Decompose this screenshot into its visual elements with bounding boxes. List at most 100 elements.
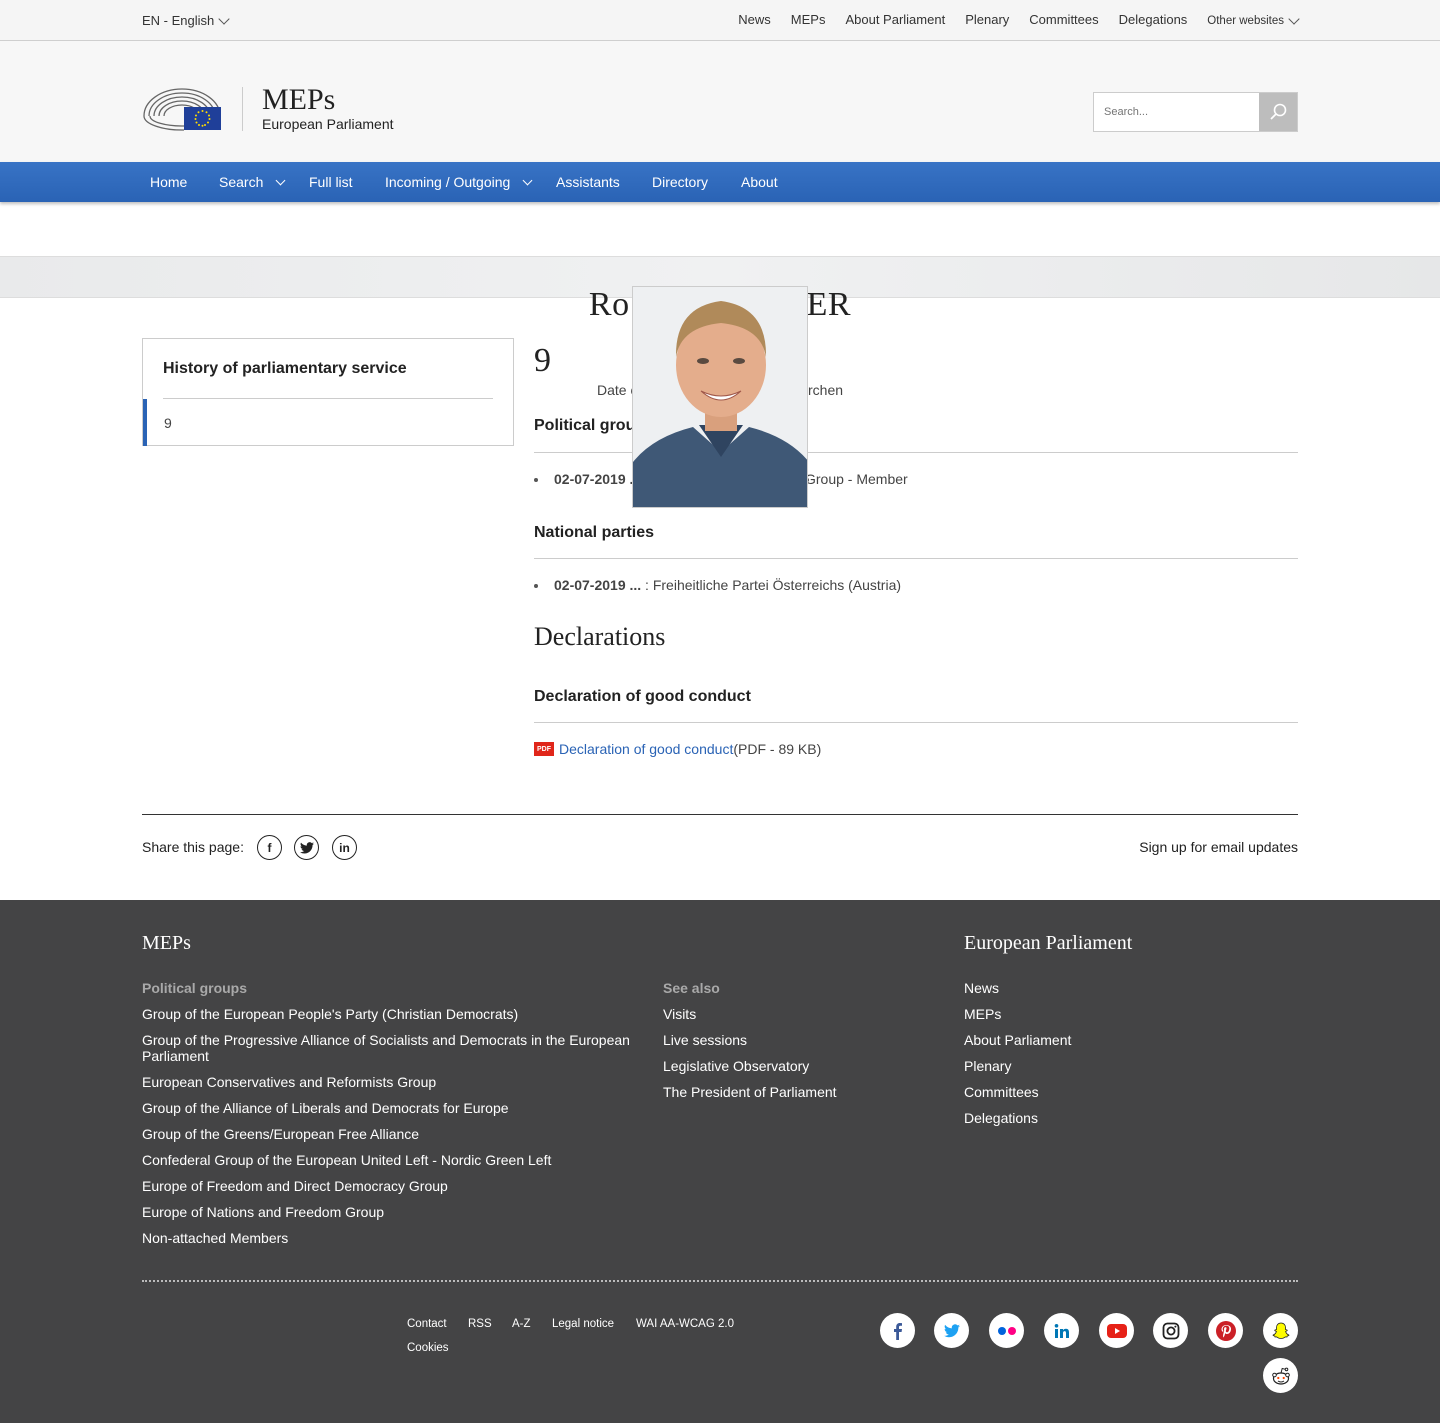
- pdf-icon: PDF: [534, 742, 554, 756]
- footer-twitter-button[interactable]: [934, 1313, 969, 1348]
- footer-rss-link[interactable]: RSS: [468, 1318, 492, 1330]
- nav-about-label: About: [741, 174, 778, 190]
- nav-search[interactable]: Search: [219, 174, 286, 190]
- linkedin-icon: [1054, 1323, 1069, 1338]
- footer-link[interactable]: News: [964, 980, 1264, 996]
- reddit-icon: [1271, 1367, 1290, 1385]
- footer-a-z-link[interactable]: A-Z: [512, 1318, 531, 1330]
- ep-links-list: News MEPs About Parliament Plenary Commi…: [964, 980, 1264, 1136]
- search-box: [1093, 92, 1298, 132]
- declaration-pdf-link[interactable]: Declaration of good conduct: [559, 741, 733, 757]
- other-websites-dropdown[interactable]: Other websites: [1207, 12, 1300, 27]
- facebook-icon: [893, 1322, 902, 1340]
- footer-link[interactable]: Visits: [663, 1006, 943, 1022]
- top-link-news[interactable]: News: [738, 12, 771, 27]
- share-twitter-button[interactable]: [294, 835, 319, 860]
- political-group-date: 02-07-2019 .: [554, 471, 634, 487]
- top-link-meps[interactable]: MEPs: [791, 12, 826, 27]
- nav-directory[interactable]: Directory: [652, 174, 708, 190]
- nav-assistants[interactable]: Assistants: [556, 174, 620, 190]
- linkedin-icon: in: [339, 840, 350, 855]
- footer-link[interactable]: Committees: [964, 1084, 1264, 1100]
- footer-link[interactable]: Europe of Freedom and Direct Democracy G…: [142, 1178, 642, 1194]
- footer-link[interactable]: Non-attached Members: [142, 1230, 642, 1246]
- european-parliament-logo[interactable]: [142, 86, 222, 131]
- share-label: Share this page:: [142, 839, 244, 855]
- footer-link[interactable]: Confederal Group of the European United …: [142, 1152, 642, 1168]
- footer-pinterest-button[interactable]: [1208, 1313, 1243, 1348]
- chevron-down-icon: [1288, 12, 1300, 25]
- footer-wcag-link[interactable]: WAI AA-WCAG 2.0: [636, 1318, 734, 1330]
- divider: [534, 558, 1298, 559]
- share-linkedin-button[interactable]: in: [332, 835, 357, 860]
- footer-snapchat-button[interactable]: [1263, 1313, 1298, 1348]
- footer-link[interactable]: Plenary: [964, 1058, 1264, 1074]
- search-input[interactable]: [1094, 93, 1260, 131]
- search-button[interactable]: [1259, 93, 1297, 131]
- footer-link[interactable]: Legislative Observatory: [663, 1058, 943, 1074]
- mep-portrait: [632, 286, 808, 508]
- email-signup-link[interactable]: Sign up for email updates: [1139, 839, 1298, 855]
- chevron-down-icon: [522, 175, 533, 185]
- chevron-down-icon: [218, 12, 230, 25]
- footer-link[interactable]: Group of the European People's Party (Ch…: [142, 1006, 642, 1022]
- footer-cookies-link[interactable]: Cookies: [407, 1342, 449, 1354]
- footer-youtube-button[interactable]: [1099, 1313, 1134, 1348]
- footer-link[interactable]: The President of Parliament: [663, 1084, 943, 1100]
- pinterest-icon: [1215, 1320, 1236, 1341]
- top-link-committees[interactable]: Committees: [1029, 12, 1098, 27]
- footer-linkedin-button[interactable]: [1044, 1313, 1079, 1348]
- main-nav: Home Search Full list Incoming / Outgoin…: [0, 162, 1440, 202]
- file-info: (PDF - 89 KB): [733, 741, 822, 757]
- language-selector[interactable]: EN - English: [142, 12, 230, 28]
- footer-flickr-button[interactable]: [989, 1313, 1024, 1348]
- footer-reddit-button[interactable]: [1263, 1358, 1298, 1393]
- facebook-icon: f: [267, 840, 272, 855]
- flickr-icon: [997, 1326, 1016, 1335]
- top-link-plenary[interactable]: Plenary: [965, 12, 1009, 27]
- footer-contact-link[interactable]: Contact: [407, 1318, 447, 1330]
- footer-link[interactable]: About Parliament: [964, 1032, 1264, 1048]
- mep-name-left: Ro: [588, 286, 630, 323]
- site-title[interactable]: MEPs: [262, 83, 335, 117]
- nav-assistants-label: Assistants: [556, 174, 620, 190]
- political-groups-heading: Political grou: [534, 417, 636, 434]
- declarations-heading: Declarations: [534, 622, 666, 651]
- nav-incoming-outgoing[interactable]: Incoming / Outgoing: [385, 174, 533, 190]
- footer-link[interactable]: Group of the Greens/European Free Allian…: [142, 1126, 642, 1142]
- footer-link[interactable]: Live sessions: [663, 1032, 943, 1048]
- footer-link[interactable]: Delegations: [964, 1110, 1264, 1126]
- history-of-service-panel: History of parliamentary service 9: [142, 338, 514, 446]
- search-icon: [1270, 103, 1287, 120]
- mep-portrait-image: [633, 287, 807, 507]
- political-group-entry: 02-07-2019 .: [534, 471, 633, 487]
- footer-link[interactable]: Group of the Alliance of Liberals and De…: [142, 1100, 642, 1116]
- nav-full-list[interactable]: Full list: [309, 174, 353, 190]
- divider: [534, 722, 1298, 723]
- top-link-delegations[interactable]: Delegations: [1119, 12, 1188, 27]
- footer-instagram-button[interactable]: [1153, 1313, 1188, 1348]
- instagram-icon: [1162, 1322, 1179, 1339]
- chevron-down-icon: [275, 175, 286, 185]
- footer-link[interactable]: European Conservatives and Reformists Gr…: [142, 1074, 642, 1090]
- national-parties-heading: National parties: [534, 524, 655, 541]
- footer-legal-notice-link[interactable]: Legal notice: [552, 1318, 614, 1330]
- footer-link[interactable]: Group of the Progressive Alliance of Soc…: [142, 1032, 642, 1064]
- nav-full-list-label: Full list: [309, 174, 353, 190]
- youtube-icon: [1106, 1323, 1127, 1338]
- footer-facebook-button[interactable]: [880, 1313, 915, 1348]
- snapchat-icon: [1272, 1322, 1289, 1339]
- history-term-label: 9: [164, 415, 172, 431]
- nav-about[interactable]: About: [741, 174, 778, 190]
- footer-link[interactable]: MEPs: [964, 1006, 1264, 1022]
- nav-home[interactable]: Home: [150, 174, 187, 190]
- footer-divider: [142, 1280, 1298, 1282]
- logo-divider: [242, 87, 243, 131]
- history-term-item[interactable]: 9: [143, 399, 513, 446]
- footer-link[interactable]: Europe of Nations and Freedom Group: [142, 1204, 642, 1220]
- top-link-about-parliament[interactable]: About Parliament: [845, 12, 945, 27]
- language-label: EN - English: [142, 13, 215, 28]
- political-groups-label: Political groups: [142, 980, 248, 996]
- share-facebook-button[interactable]: f: [257, 835, 282, 860]
- declaration-file-row: PDF Declaration of good conduct (PDF - 8…: [534, 741, 821, 757]
